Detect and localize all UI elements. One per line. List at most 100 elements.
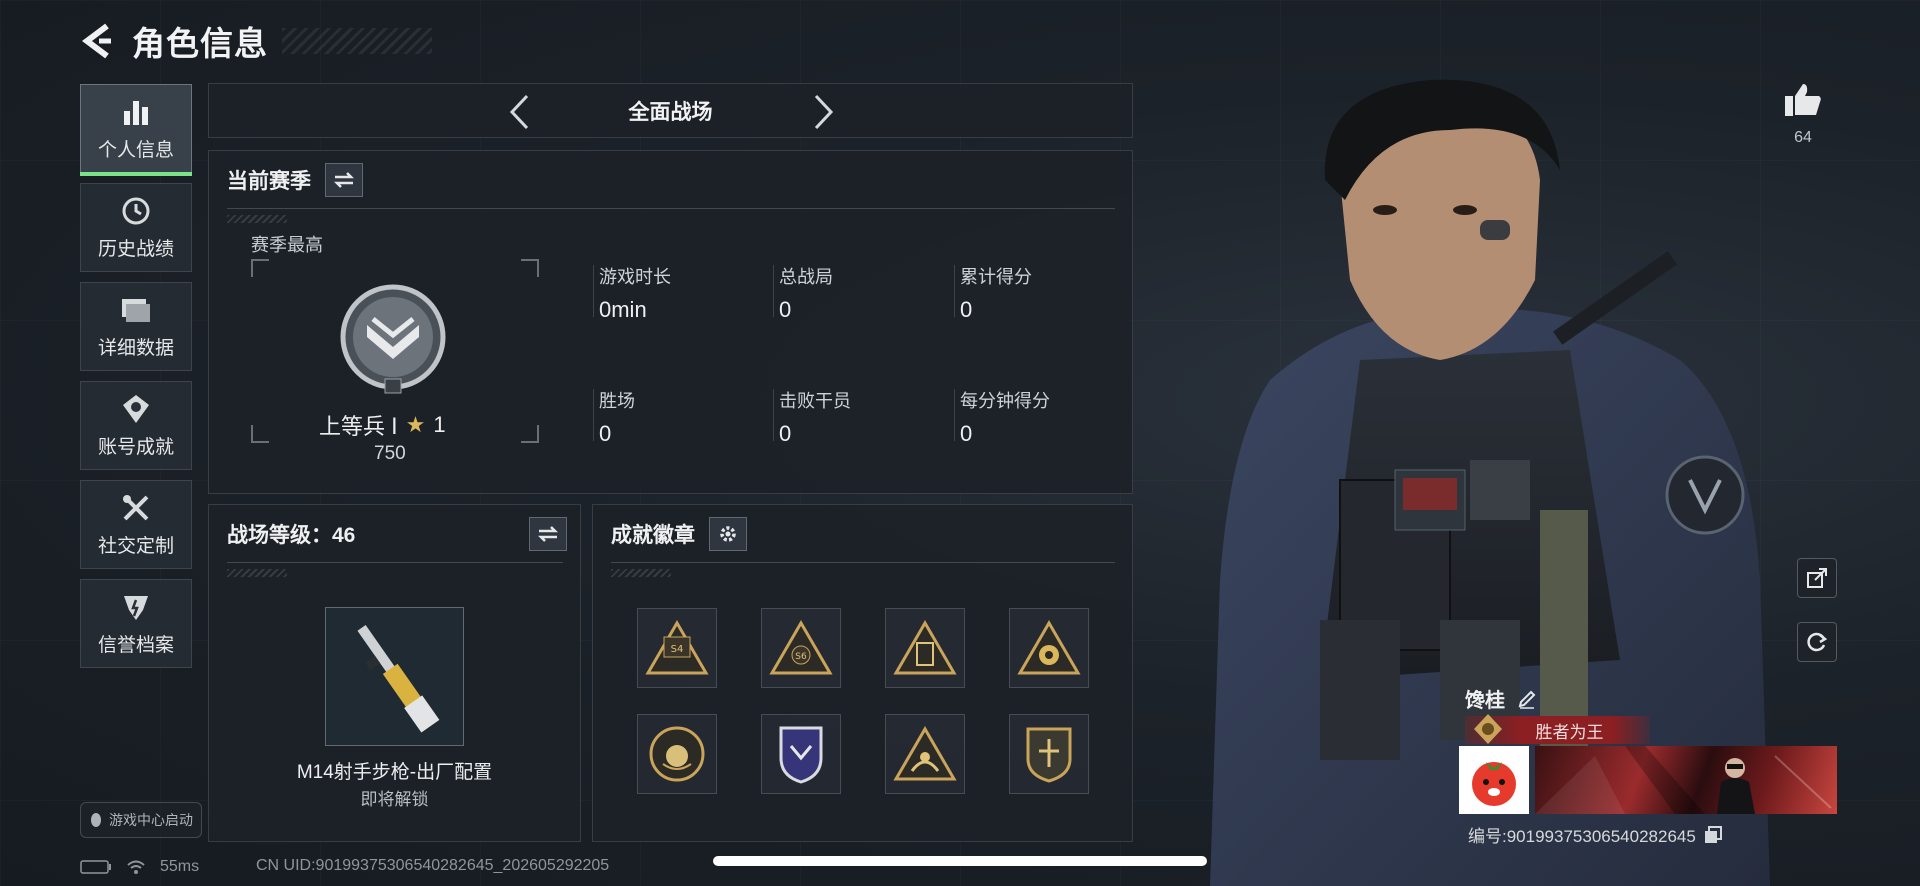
stripe-decoration (227, 569, 287, 577)
swap-arrows-icon (333, 172, 355, 188)
sidebar-item-social-custom[interactable]: 社交定制 (80, 480, 192, 569)
battle-level-switch-button[interactable] (529, 517, 567, 551)
laurel-triangle-badge-icon (893, 726, 957, 781)
refresh-icon (1807, 632, 1828, 652)
stat-score-per-minute: 每分钟得分 0 (954, 387, 1120, 447)
stripe-decoration (227, 215, 287, 223)
achievement-badges-panel: 成就徽章 S4 S6 (592, 504, 1133, 842)
game-center-launch-button[interactable]: 游戏中心启动 (80, 802, 202, 838)
bar-chart-icon (119, 95, 153, 129)
badge-sphere[interactable] (637, 714, 717, 794)
rank-medal-icon (1474, 714, 1502, 744)
stat-label: 游戏时长 (599, 267, 671, 287)
sidebar-item-personal-info[interactable]: 个人信息 (80, 84, 192, 176)
season-header: 当前赛季 (227, 163, 363, 197)
clock-history-icon (119, 194, 153, 228)
sidebar-item-label: 社交定制 (97, 536, 174, 557)
stat-value: 0 (960, 297, 973, 322)
footer-uid: CN UID:9019937530654028264​5_20260529220… (256, 857, 610, 874)
rotate-button[interactable] (1797, 622, 1837, 662)
rank-name: 上等兵 Ⅰ ★ 1 (319, 409, 446, 441)
season-divider (227, 208, 1115, 209)
battle-level-header: 战场等级：46 (227, 517, 567, 551)
sidebar-item-history[interactable]: 历史战绩 (80, 183, 192, 272)
tomato-avatar-icon (1472, 762, 1516, 806)
badges-settings-button[interactable] (709, 517, 747, 551)
stat-kills: 击败干员 0 (773, 387, 939, 447)
sidebar-item-achievements[interactable]: 账号成就 (80, 381, 192, 470)
swap-arrows-icon (537, 526, 559, 542)
badge-emblem-shield[interactable] (1009, 714, 1089, 794)
gear-icon (720, 526, 736, 542)
copy-icon[interactable] (1704, 825, 1722, 844)
badge-text: S6 (795, 652, 807, 662)
title-decoration (282, 28, 432, 54)
stat-total-matches: 总战局 0 (773, 263, 939, 323)
player-title: 胜者为王 (1535, 722, 1604, 742)
medal-icon (119, 392, 153, 426)
weapon-name: M14射手步枪-出厂配置 (296, 762, 493, 783)
battle-level-divider (227, 562, 563, 563)
mode-prev-button[interactable] (499, 92, 539, 132)
home-indicator[interactable] (713, 856, 1207, 866)
flower-triangle-badge-icon (1017, 620, 1081, 675)
mode-next-button[interactable] (804, 92, 844, 132)
stat-wins: 胜场 0 (593, 387, 759, 447)
sidebar-item-detail-data[interactable]: 详细数据 (80, 282, 192, 371)
badge-purple-shield[interactable] (761, 714, 841, 794)
stripe-decoration (611, 569, 671, 577)
stat-label: 胜场 (599, 391, 635, 411)
name-card-banner (1535, 746, 1837, 814)
avatar[interactable] (1459, 746, 1529, 814)
player-uid-row: 编号:9019937530654028264​5 (1468, 822, 1722, 847)
back-arrow-icon (82, 23, 111, 59)
status-bar: 55ms (80, 858, 199, 876)
like-count: 64 (1794, 129, 1812, 146)
season-heading: 当前赛季 (227, 170, 311, 193)
stat-value: 0 (779, 297, 792, 322)
share-icon (1807, 568, 1827, 588)
thumbs-up-icon (1785, 84, 1821, 116)
battle-level-panel: 战场等级：46 M14射手步枪-出厂配置 即将解锁 (208, 504, 581, 842)
badge-laurel[interactable] (885, 714, 965, 794)
edit-pencil-icon[interactable] (1517, 689, 1537, 709)
rank-title: 上等兵 Ⅰ (319, 414, 398, 439)
share-button[interactable] (1797, 558, 1837, 598)
sidebar: 个人信息 历史战绩 详细数据 账号成就 社交定制 信誉档案 (80, 84, 192, 678)
stat-value: 0min (599, 297, 647, 322)
stat-total-score: 累计得分 0 (954, 263, 1120, 323)
battle-level-heading: 战场等级：46 (227, 524, 356, 547)
emblem-shield-badge-icon (1026, 727, 1072, 783)
player-uid: 编号:9019937530654028264​5 (1468, 827, 1696, 846)
mode-selector: 全面战场 (208, 83, 1133, 138)
badge-s6[interactable]: S6 (761, 608, 841, 688)
mode-title: 全面战场 (628, 100, 713, 124)
stat-label: 累计得分 (960, 267, 1032, 287)
name-card-art-icon (1535, 746, 1832, 814)
sidebar-item-label: 详细数据 (97, 338, 174, 359)
tower-triangle-badge-icon (893, 620, 957, 675)
stat-play-time: 游戏时长 0min (593, 263, 759, 323)
launch-label: 游戏中心启动 (109, 812, 193, 828)
stat-label: 总战局 (779, 267, 833, 287)
folder-icon (119, 293, 153, 327)
weapon-card[interactable] (325, 607, 464, 746)
badges-header: 成就徽章 (611, 517, 747, 551)
like-button[interactable]: 64 (1780, 82, 1826, 147)
badge-flower[interactable] (1009, 608, 1089, 688)
rank-emblem-icon (340, 284, 446, 394)
badge-tower[interactable] (885, 608, 965, 688)
s4-triangle-badge-icon: S4 (645, 620, 709, 675)
sidebar-item-credit-record[interactable]: 信誉档案 (80, 579, 192, 668)
sidebar-item-label: 信誉档案 (97, 635, 174, 656)
badge-s4[interactable]: S4 (637, 608, 717, 688)
page-title: 角色信息 (132, 25, 268, 62)
season-switch-button[interactable] (325, 163, 363, 197)
back-button[interactable] (80, 21, 116, 61)
badge-text: S4 (671, 644, 684, 655)
stat-value: 0 (779, 421, 792, 446)
current-season-panel: 当前赛季 赛季最高 上等兵 Ⅰ ★ 1 750 游戏时长 0min 总战局 0 … (208, 150, 1133, 494)
ping-value: 55ms (160, 858, 200, 875)
credit-shield-icon (119, 590, 153, 624)
sphere-circle-badge-icon (649, 726, 705, 782)
